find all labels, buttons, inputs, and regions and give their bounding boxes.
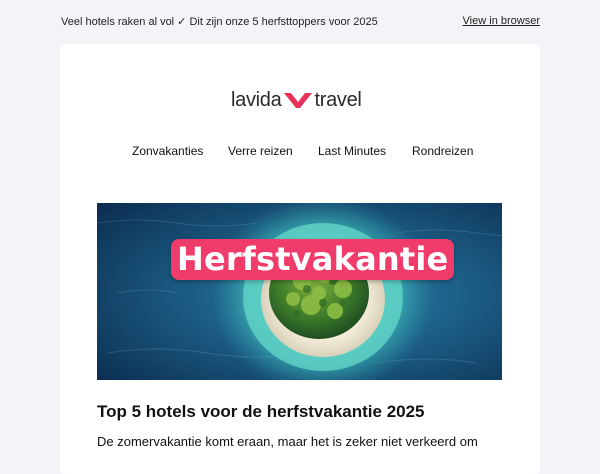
nav-item-last-minutes[interactable]: Last Minutes [318,144,386,158]
v-chevron-logo-mark-icon [283,90,313,110]
article-headline: Top 5 hotels voor de herfstvakantie 2025 [97,402,425,421]
preheader-text: Veel hotels raken al vol ✓ Dit zijn onze… [61,16,378,28]
email-card: lavida travel Zonvakanties Verre reizen … [60,44,540,474]
logo-text-left: lavida [231,88,282,111]
logo-text-right: travel [314,88,362,111]
nav-item-zonvakanties[interactable]: Zonvakanties [132,144,203,158]
preheader-bar: Veel hotels raken al vol ✓ Dit zijn onze… [0,0,600,44]
article-intro: De zomervakantie komt eraan, maar het is… [97,434,478,449]
hero-badge-title: Herfstvakantie [171,239,455,280]
lavida-travel-logo[interactable]: lavida travel [231,88,362,112]
nav-item-verre-reizen[interactable]: Verre reizen [228,144,293,158]
nav-item-rondreizen[interactable]: Rondreizen [412,144,473,158]
view-in-browser-link[interactable]: View in browser [463,15,540,27]
main-nav: Zonvakanties Verre reizen Last Minutes R… [60,144,540,160]
hero-island-image [97,203,502,380]
hero-banner[interactable]: Herfstvakantie [97,203,502,380]
